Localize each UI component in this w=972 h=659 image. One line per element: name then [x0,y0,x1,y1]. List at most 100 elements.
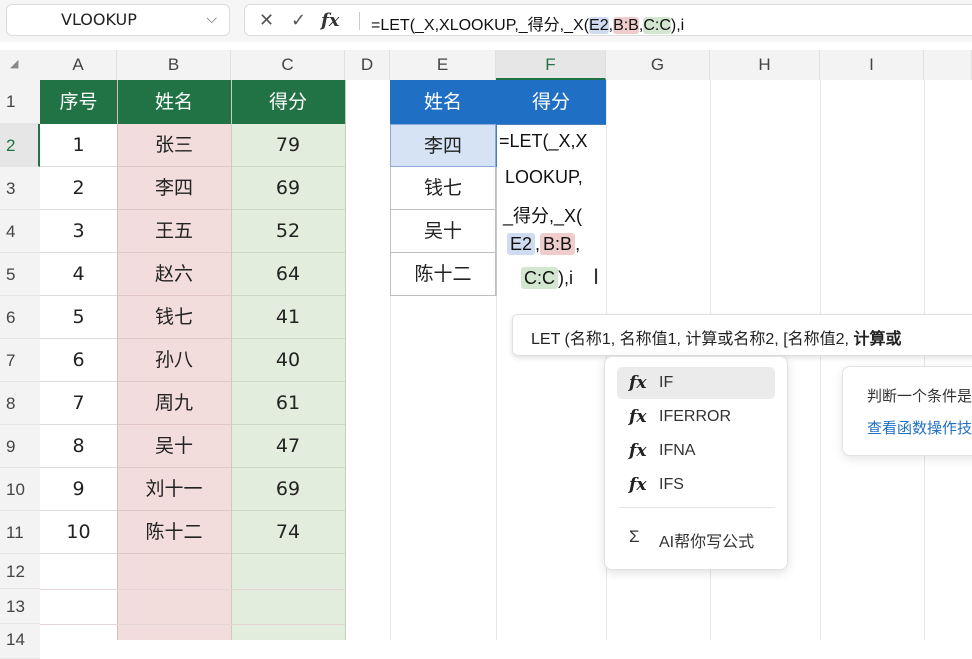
active-cell-border [496,124,606,167]
cell-seq[interactable]: 3 [40,210,117,253]
function-signature-tooltip: LET (名称1, 名称值1, 计算或名称2, [名称值2, 计算或 [512,314,972,356]
function-info-panel: 判断一个条件是 查看函数操作技 [842,366,972,456]
gridline [345,80,346,640]
row-header-4[interactable]: 4 [0,210,40,253]
header-cell-name[interactable]: 姓名 [117,80,231,124]
chevron-down-icon[interactable]: ⌵ [206,11,217,27]
cell-name[interactable]: 周九 [117,382,231,425]
cell-seq[interactable]: 9 [40,468,117,511]
cell-score[interactable]: 47 [231,425,345,468]
select-all-corner[interactable]: ◢ [0,50,40,80]
row-header-3[interactable]: 3 [0,167,40,210]
cell-lookup-name[interactable]: 吴十 [390,210,496,253]
autocomplete-item-iferror[interactable]: fx IFERROR [617,401,775,433]
function-icon: fx [629,441,647,461]
cell-name[interactable]: 孙八 [117,339,231,382]
ai-formula-button[interactable]: Σ AI帮你写公式 [617,521,775,553]
cell-score[interactable]: 61 [231,382,345,425]
cancel-icon[interactable]: ✕ [259,10,274,31]
column-header-j[interactable] [924,50,972,80]
cell-name[interactable]: 刘十一 [117,468,231,511]
formula-prefix: =LET(_X,XLOOKUP,_得分,_X( [371,17,590,34]
corner-triangle-icon: ◢ [10,57,19,70]
cell-seq[interactable]: 4 [40,253,117,296]
header-cell-score[interactable]: 得分 [496,80,606,124]
autocomplete-label: IFNA [659,442,696,459]
row-header-2[interactable]: 2 [0,124,40,167]
gridline [496,296,497,640]
cell-name[interactable]: 张三 [117,124,231,167]
row-header-12[interactable]: 12 [0,554,40,589]
cell-seq[interactable]: 5 [40,296,117,339]
row-header-10[interactable]: 10 [0,468,40,511]
cell-score[interactable]: 64 [231,253,345,296]
cell-name[interactable]: 赵六 [117,253,231,296]
row-header-5[interactable]: 5 [0,253,40,296]
name-box[interactable]: VLOOKUP ⌵ [6,4,230,36]
row-header-13[interactable]: 13 [0,589,40,624]
cell-name[interactable]: 李四 [117,167,231,210]
cell-score[interactable]: 69 [231,468,345,511]
column-header-i[interactable]: I [820,50,924,80]
cell-seq[interactable]: 6 [40,339,117,382]
cell-name-empty[interactable] [117,554,231,640]
autocomplete-label: IF [659,374,674,391]
ref-b: B:B [540,233,576,255]
header-cell-score[interactable]: 得分 [231,80,345,124]
cell-name[interactable]: 吴十 [117,425,231,468]
header-cell-seq[interactable]: 序号 [40,80,117,124]
row-header-6[interactable]: 6 [0,296,40,339]
gridline [924,80,925,640]
row-header-7[interactable]: 7 [0,339,40,382]
cell-name[interactable]: 钱七 [117,296,231,339]
cell-score[interactable]: 40 [231,339,345,382]
name-box-value: VLOOKUP [61,10,137,29]
column-header-c[interactable]: C [231,50,345,80]
cell-seq[interactable]: 10 [40,511,117,554]
function-icon[interactable]: fx [321,10,339,31]
gridline [40,624,345,625]
formula-bar[interactable]: ✕ ✓ fx =LET(_X,XLOOKUP,_得分,_X(E2,B:B,C:C… [244,4,972,36]
cell-score[interactable]: 41 [231,296,345,339]
row-header-11[interactable]: 11 [0,511,40,554]
cell-seq[interactable]: 2 [40,167,117,210]
formula-text[interactable]: =LET(_X,XLOOKUP,_得分,_X(E2,B:B,C:C),i [371,11,684,35]
cell-score[interactable]: 74 [231,511,345,554]
cell-score[interactable]: 79 [231,124,345,167]
cell-seq[interactable]: 8 [40,425,117,468]
header-cell-name[interactable]: 姓名 [390,80,496,124]
autocomplete-item-ifs[interactable]: fx IFS [617,469,775,501]
cell-lookup-name[interactable]: 陈十二 [390,253,496,296]
autocomplete-item-if[interactable]: fx IF [617,367,775,399]
ai-formula-label: AI帮你写公式 [659,534,755,551]
column-header-e[interactable]: E [390,50,496,80]
cell-lookup-name[interactable]: 李四 [390,124,496,167]
row-header-14[interactable]: 14 [0,624,40,659]
edit-comma: , [575,234,581,254]
column-header-b[interactable]: B [117,50,231,80]
column-header-d[interactable]: D [345,50,390,80]
row-header-1[interactable]: 1 [0,80,40,124]
gridline [231,80,232,640]
cell-seq[interactable]: 1 [40,124,117,167]
column-header-g[interactable]: G [606,50,710,80]
cell-score[interactable]: 69 [231,167,345,210]
column-header-h[interactable]: H [710,50,820,80]
row-header-9[interactable]: 9 [0,425,40,468]
cell-score-empty[interactable] [231,554,345,640]
function-help-link[interactable]: 查看函数操作技 [867,417,972,438]
enter-icon[interactable]: ✓ [291,10,306,31]
column-header-a[interactable]: A [40,50,117,80]
gridline [117,80,118,640]
cell-seq[interactable]: 7 [40,382,117,425]
row-header-8[interactable]: 8 [0,382,40,425]
tooltip-bold-arg: 计算或 [853,331,902,348]
cell-name[interactable]: 陈十二 [117,511,231,554]
cell-score[interactable]: 52 [231,210,345,253]
cell-name[interactable]: 王五 [117,210,231,253]
autocomplete-item-ifna[interactable]: fx IFNA [617,435,775,467]
cell-lookup-name[interactable]: 钱七 [390,167,496,210]
divider [359,12,360,30]
gridline [390,296,391,640]
column-header-f[interactable]: F [496,50,606,80]
